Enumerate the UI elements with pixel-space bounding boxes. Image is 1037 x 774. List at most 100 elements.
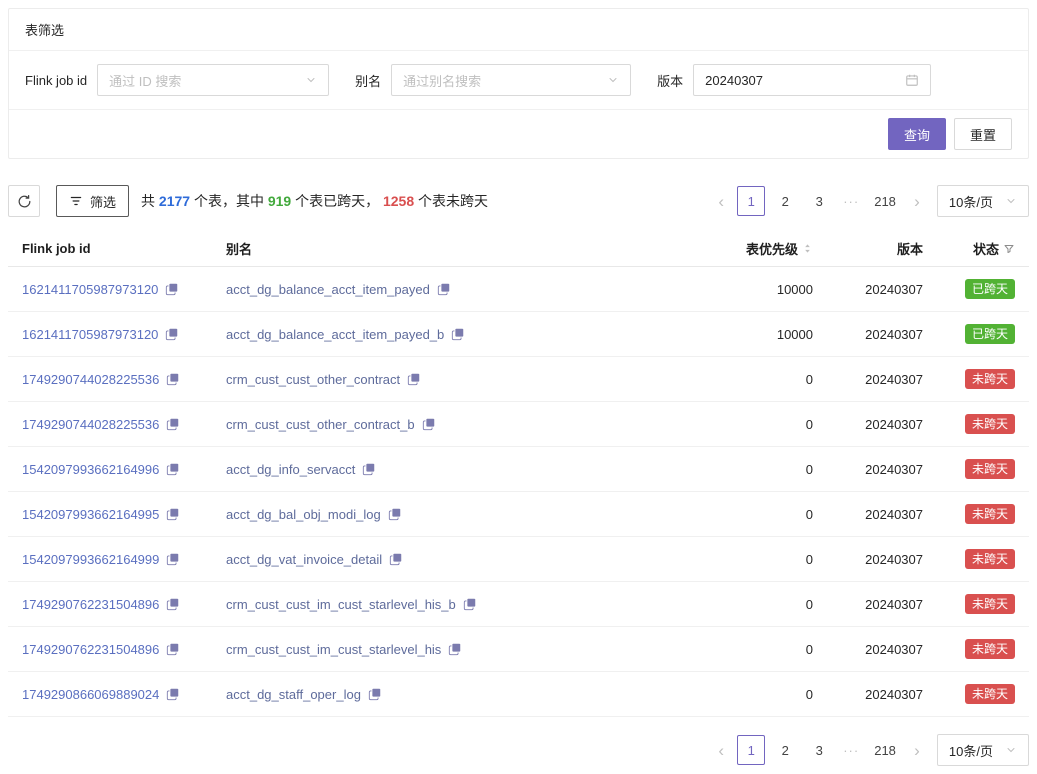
alias-link[interactable]: acct_dg_balance_acct_item_payed_b (226, 327, 444, 342)
page-button-1[interactable]: 1 (737, 735, 765, 765)
copy-icon[interactable] (389, 552, 403, 566)
flink-job-id-link[interactable]: 1749290866069889024 (22, 687, 159, 702)
chevron-down-icon (1005, 195, 1017, 207)
page: 表筛选 Flink job id 通过 ID 搜索 别名 通过别名搜索 (0, 0, 1037, 774)
page-button-218[interactable]: 218 (869, 735, 901, 765)
copy-icon[interactable] (166, 372, 180, 386)
flink-job-id-link[interactable]: 1621411705987973120 (22, 327, 158, 342)
summary-prefix: 共 (141, 193, 159, 209)
pagination-ellipsis: ··· (839, 194, 863, 209)
flink-job-id-link[interactable]: 1749290744028225536 (22, 417, 159, 432)
copy-icon[interactable] (166, 552, 180, 566)
summary-text: 共 2177 个表，其中 919 个表已跨天， 1258 个表未跨天 (141, 191, 488, 211)
next-page-button[interactable]: › (907, 186, 927, 216)
flink-job-id-placeholder: 通过 ID 搜索 (109, 71, 181, 90)
flink-job-id-link[interactable]: 1749290762231504896 (22, 642, 159, 657)
status-badge: 未跨天 (965, 549, 1015, 569)
copy-icon[interactable] (165, 282, 179, 296)
chevron-down-icon (607, 74, 619, 86)
next-page-button[interactable]: › (907, 735, 927, 765)
page-button-1[interactable]: 1 (737, 186, 765, 216)
prev-page-button[interactable]: ‹ (711, 735, 731, 765)
copy-icon[interactable] (368, 687, 382, 701)
priority-cell: 0 (693, 687, 813, 702)
copy-icon[interactable] (165, 327, 179, 341)
copy-icon[interactable] (388, 507, 402, 521)
page-button-2[interactable]: 2 (771, 735, 799, 765)
alias-link[interactable]: acct_dg_staff_oper_log (226, 687, 361, 702)
version-date-input[interactable]: 20240307 (693, 64, 931, 96)
prev-page-button[interactable]: ‹ (711, 186, 731, 216)
reset-button[interactable]: 重置 (954, 118, 1012, 150)
page-button-3[interactable]: 3 (805, 735, 833, 765)
copy-icon[interactable] (166, 687, 180, 701)
filter-funnel-icon[interactable] (1003, 243, 1015, 255)
filter-actions: 查询 重置 (9, 110, 1028, 158)
summary-crossed-count: 919 (268, 193, 291, 209)
page-button-218[interactable]: 218 (869, 186, 901, 216)
status-badge: 已跨天 (965, 279, 1015, 299)
filter-card: 表筛选 Flink job id 通过 ID 搜索 别名 通过别名搜索 (8, 8, 1029, 159)
copy-icon[interactable] (463, 597, 477, 611)
query-button[interactable]: 查询 (888, 118, 946, 150)
table-body: 1621411705987973120 acct_dg_balance_acct_… (8, 267, 1029, 717)
copy-icon[interactable] (166, 507, 180, 521)
version-cell: 20240307 (813, 552, 923, 567)
flink-job-id-select[interactable]: 通过 ID 搜索 (97, 64, 329, 96)
version-cell: 20240307 (813, 687, 923, 702)
filter-toggle-label: 筛选 (90, 192, 116, 211)
field-version: 版本 20240307 (657, 64, 931, 96)
col-header-status[interactable]: 状态 (923, 239, 1015, 258)
filter-toggle-button[interactable]: 筛选 (56, 185, 129, 217)
flink-job-id-link[interactable]: 1542097993662164995 (22, 507, 159, 522)
summary-uncrossed-count: 1258 (383, 193, 414, 209)
version-label: 版本 (657, 71, 683, 90)
version-cell: 20240307 (813, 507, 923, 522)
copy-icon[interactable] (166, 417, 180, 431)
table-row: 1621411705987973120 acct_dg_balance_acct_… (8, 312, 1029, 357)
copy-icon[interactable] (166, 642, 180, 656)
page-button-2[interactable]: 2 (771, 186, 799, 216)
table-row: 1749290744028225536 crm_cust_cust_other_c… (8, 402, 1029, 447)
flink-job-id-link[interactable]: 1749290744028225536 (22, 372, 159, 387)
copy-icon[interactable] (166, 462, 180, 476)
copy-icon[interactable] (362, 462, 376, 476)
flink-job-id-link[interactable]: 1542097993662164999 (22, 552, 159, 567)
version-cell: 20240307 (813, 327, 923, 342)
alias-link[interactable]: acct_dg_balance_acct_item_payed (226, 282, 430, 297)
page-button-3[interactable]: 3 (805, 186, 833, 216)
alias-placeholder: 通过别名搜索 (403, 71, 481, 90)
table-header: Flink job id 别名 表优先级 版本 状态 (8, 231, 1029, 267)
alias-link[interactable]: crm_cust_cust_im_cust_starlevel_his_b (226, 597, 456, 612)
copy-icon[interactable] (166, 597, 180, 611)
copy-icon[interactable] (407, 372, 421, 386)
alias-link[interactable]: crm_cust_cust_other_contract (226, 372, 400, 387)
toolbar: 筛选 共 2177 个表，其中 919 个表已跨天， 1258 个表未跨天 ‹1… (8, 185, 1029, 217)
table-row: 1749290762231504896 crm_cust_cust_im_cust… (8, 582, 1029, 627)
version-cell: 20240307 (813, 282, 923, 297)
copy-icon[interactable] (437, 282, 451, 296)
flink-job-id-link[interactable]: 1749290762231504896 (22, 597, 159, 612)
alias-link[interactable]: acct_dg_info_servacct (226, 462, 355, 477)
page-size-select-top[interactable]: 10条/页 (937, 185, 1029, 217)
priority-cell: 10000 (693, 282, 813, 297)
priority-cell: 10000 (693, 327, 813, 342)
alias-link[interactable]: crm_cust_cust_other_contract_b (226, 417, 415, 432)
page-size-select-bottom[interactable]: 10条/页 (937, 734, 1029, 766)
alias-link[interactable]: crm_cust_cust_im_cust_starlevel_his (226, 642, 441, 657)
field-alias: 别名 通过别名搜索 (355, 64, 631, 96)
priority-cell: 0 (693, 372, 813, 387)
flink-job-id-link[interactable]: 1542097993662164996 (22, 462, 159, 477)
sort-icon[interactable] (802, 243, 813, 254)
alias-link[interactable]: acct_dg_vat_invoice_detail (226, 552, 382, 567)
alias-link[interactable]: acct_dg_bal_obj_modi_log (226, 507, 381, 522)
alias-select[interactable]: 通过别名搜索 (391, 64, 631, 96)
status-badge: 未跨天 (965, 414, 1015, 434)
copy-icon[interactable] (451, 327, 465, 341)
copy-icon[interactable] (448, 642, 462, 656)
flink-job-id-link[interactable]: 1621411705987973120 (22, 282, 158, 297)
refresh-button[interactable] (8, 185, 40, 217)
copy-icon[interactable] (422, 417, 436, 431)
summary-mid2: 个表已跨天， (291, 193, 383, 209)
col-header-priority[interactable]: 表优先级 (693, 239, 813, 258)
